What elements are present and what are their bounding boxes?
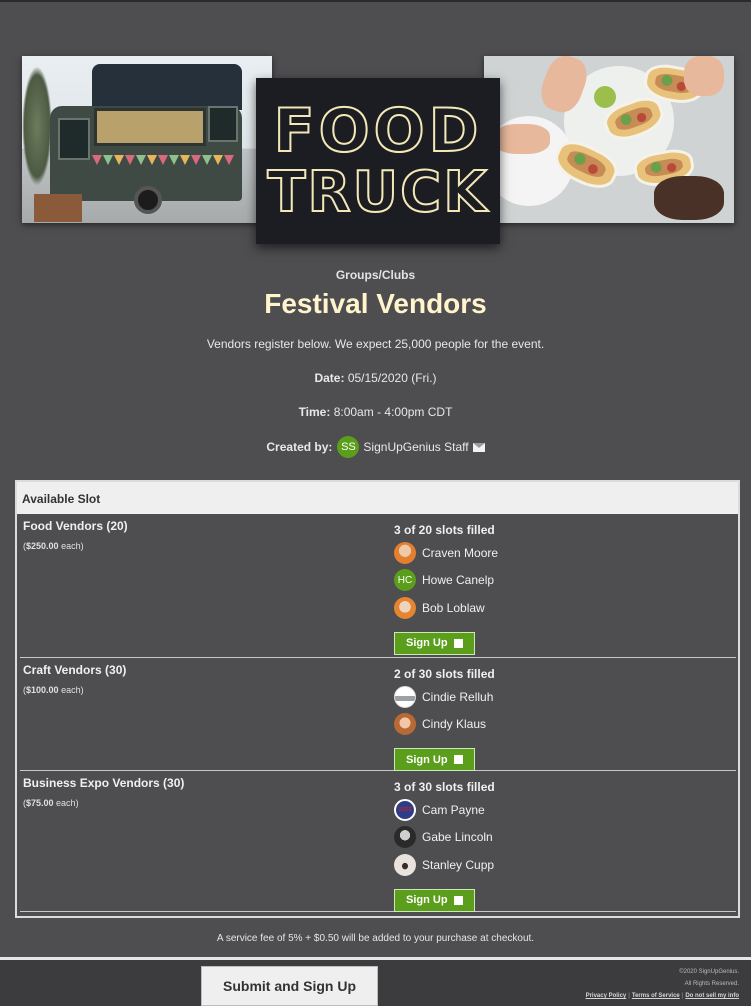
slot-price: ($75.00 each) bbox=[23, 798, 79, 808]
created-by: Created by: SS SignUpGenius Staff bbox=[0, 436, 751, 458]
event-time: Time: 8:00am - 4:00pm CDT bbox=[0, 405, 751, 419]
slot-price-amount: $100.00 bbox=[26, 685, 59, 695]
slot-row-food-vendors: Food Vendors (20) ($250.00 each) 3 of 20… bbox=[20, 514, 736, 658]
slot-price-suffix: each bbox=[56, 798, 76, 808]
time-label: Time: bbox=[298, 405, 331, 419]
creator-name: SignUpGenius Staff bbox=[363, 440, 469, 454]
slot-price-amount: $250.00 bbox=[26, 541, 59, 551]
avatar bbox=[394, 541, 416, 564]
slot-price-suffix: each bbox=[61, 685, 81, 695]
terms-link[interactable]: Terms of Service bbox=[632, 993, 680, 999]
slot-price: ($100.00 each) bbox=[23, 685, 84, 695]
person-name: Gabe Lincoln bbox=[422, 830, 493, 845]
sign-up-label: Sign Up bbox=[406, 753, 448, 766]
slot-signups: 3 of 20 slots filled Craven Moore HC How… bbox=[394, 523, 694, 655]
checkbox-icon[interactable] bbox=[453, 755, 463, 764]
creator-avatar: SS bbox=[337, 436, 360, 458]
event-date: Date: 05/15/2020 (Fri.) bbox=[0, 371, 751, 385]
avatar bbox=[394, 713, 416, 736]
header-banner: FOOD TRUCK bbox=[22, 56, 734, 246]
slots-table: Available Slot Food Vendors (20) ($250.0… bbox=[15, 480, 740, 918]
email-icon[interactable] bbox=[472, 442, 485, 452]
sign-up-button[interactable]: Sign Up bbox=[394, 888, 475, 912]
list-item: Bob Loblaw bbox=[394, 594, 694, 622]
table-header: Available Slot bbox=[17, 482, 738, 514]
sign-line-1: FOOD bbox=[273, 96, 483, 166]
list-item: Gabe Lincoln bbox=[394, 824, 694, 852]
person-name: Cindy Klaus bbox=[422, 717, 487, 732]
submit-and-sign-up-button[interactable]: Submit and Sign Up bbox=[201, 966, 378, 1006]
list-item: Cindy Klaus bbox=[394, 711, 694, 739]
food-truck-sign: FOOD TRUCK bbox=[256, 78, 500, 244]
created-by-label: Created by: bbox=[266, 440, 333, 454]
person-name: Bob Loblaw bbox=[422, 600, 485, 615]
date-label: Date: bbox=[314, 371, 345, 385]
slots-filled-count: 3 of 20 slots filled bbox=[394, 523, 495, 537]
sign-up-button[interactable]: Sign Up bbox=[394, 748, 475, 771]
avatar bbox=[394, 826, 416, 849]
event-description: Vendors register below. We expect 25,000… bbox=[206, 337, 545, 351]
footer-links: Privacy Policy | Terms of Service | Do not s… bbox=[585, 993, 739, 999]
page-title: Festival Vendors bbox=[264, 288, 487, 319]
avatar bbox=[394, 685, 416, 708]
slot-signups: 3 of 30 slots filled VOTE Cam Payne Gabe… bbox=[394, 780, 694, 912]
slots-filled-count: 2 of 30 slots filled bbox=[394, 667, 495, 681]
person-name: Craven Moore bbox=[422, 545, 499, 560]
person-name: Cindie Relluh bbox=[422, 689, 494, 704]
person-name: Cam Payne bbox=[422, 802, 485, 817]
food-truck-photo bbox=[22, 56, 272, 223]
service-fee-note: A service fee of 5% + $0.50 will be adde… bbox=[216, 933, 535, 944]
person-name: Howe Canelp bbox=[422, 573, 495, 588]
slots-filled-count: 3 of 30 slots filled bbox=[394, 780, 495, 794]
tacos-photo bbox=[484, 56, 734, 223]
slot-signups: 2 of 30 slots filled Cindie Relluh Cindy… bbox=[394, 667, 694, 771]
slot-price-suffix: each bbox=[61, 541, 81, 551]
time-value: 8:00am - 4:00pm CDT bbox=[333, 405, 453, 419]
sign-up-label: Sign Up bbox=[406, 637, 448, 649]
slot-title: Craft Vendors (30) bbox=[23, 663, 127, 677]
category-label: Groups/Clubs bbox=[335, 268, 416, 282]
sign-up-label: Sign Up bbox=[406, 894, 448, 906]
top-border bbox=[0, 0, 751, 2]
slot-title: Business Expo Vendors (30) bbox=[23, 776, 185, 790]
slot-price-amount: $75.00 bbox=[26, 798, 54, 808]
slot-row-craft-vendors: Craft Vendors (30) ($100.00 each) 2 of 3… bbox=[20, 658, 736, 771]
list-item: HC Howe Canelp bbox=[394, 567, 694, 595]
privacy-policy-link[interactable]: Privacy Policy bbox=[586, 993, 627, 999]
checkbox-icon[interactable] bbox=[453, 638, 463, 648]
date-value: 05/15/2020 (Fri.) bbox=[347, 371, 437, 385]
list-item: Cindie Relluh bbox=[394, 683, 694, 711]
sign-line-2: TRUCK bbox=[266, 160, 489, 225]
avatar bbox=[394, 596, 416, 619]
slot-row-business-expo-vendors: Business Expo Vendors (30) ($75.00 each)… bbox=[20, 771, 736, 912]
avatar: VOTE bbox=[394, 798, 416, 821]
checkbox-icon[interactable] bbox=[453, 895, 463, 905]
avatar bbox=[394, 853, 416, 876]
person-name: Stanley Cupp bbox=[422, 857, 495, 872]
avatar: HC bbox=[394, 569, 416, 592]
copyright: ©2020 SignUpGenius. All Rights Reserved.… bbox=[586, 966, 739, 1002]
do-not-sell-link[interactable]: Do not sell my info bbox=[685, 993, 739, 999]
list-item: Craven Moore bbox=[394, 539, 694, 567]
slot-title: Food Vendors (20) bbox=[23, 519, 128, 533]
event-info: Groups/Clubs Festival Vendors Vendors re… bbox=[0, 268, 751, 458]
slot-price: ($250.00 each) bbox=[23, 541, 84, 551]
rights-text: All Rights Reserved. bbox=[684, 981, 739, 987]
copyright-text: ©2020 SignUpGenius. bbox=[679, 969, 739, 975]
list-item: VOTE Cam Payne bbox=[394, 796, 694, 824]
footer: Submit and Sign Up ©2020 SignUpGenius. A… bbox=[0, 960, 751, 1006]
sign-up-button[interactable]: Sign Up bbox=[394, 631, 475, 655]
list-item: Stanley Cupp bbox=[394, 851, 694, 879]
